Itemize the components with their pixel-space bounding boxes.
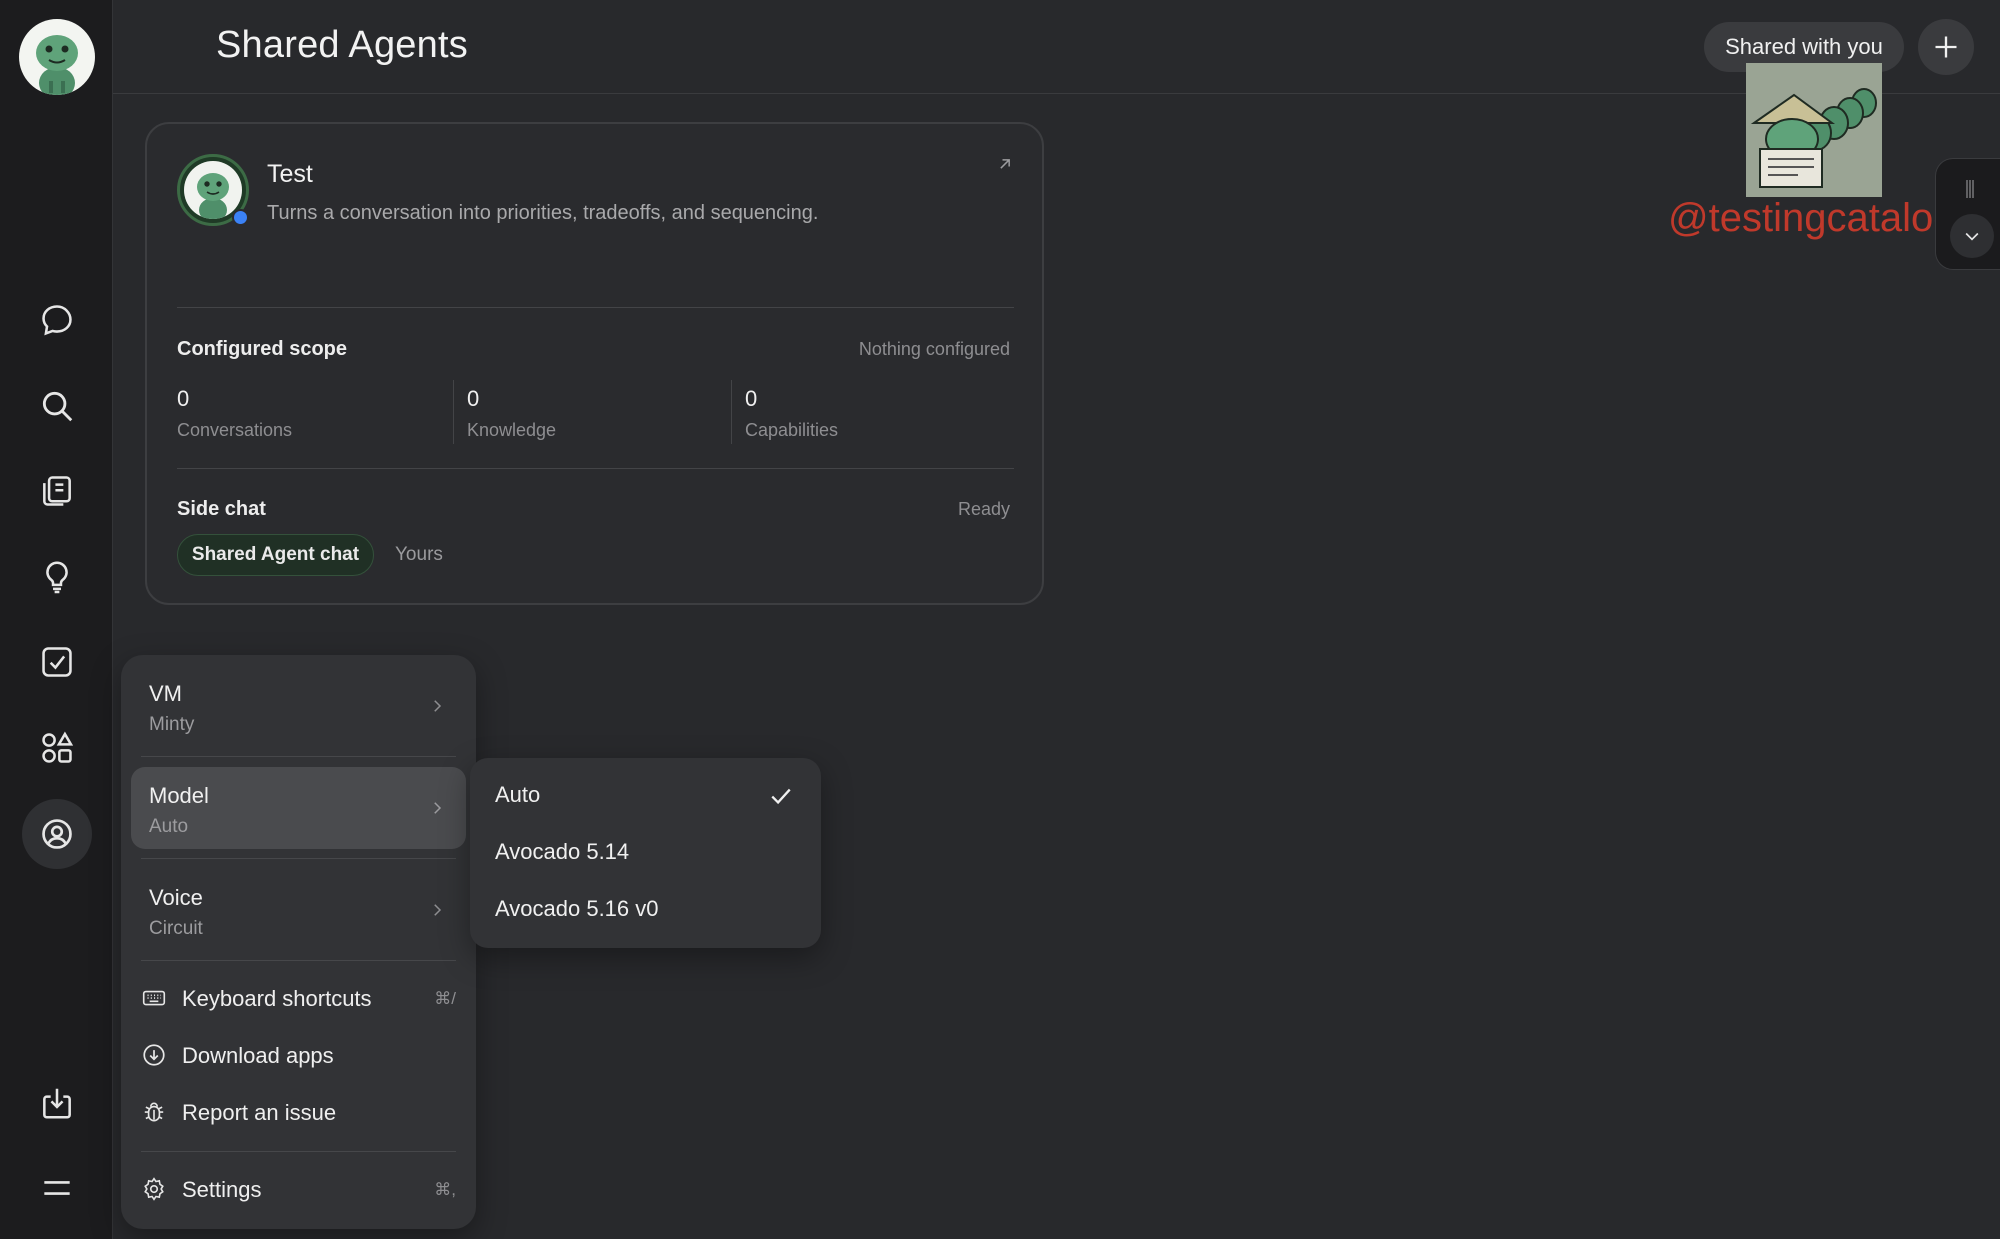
arrow-up-right-icon (1000, 159, 1010, 169)
menu-item-label: Keyboard shortcuts (182, 986, 372, 1011)
model-submenu: Auto Avocado 5.14 Avocado 5.16 v0 (470, 758, 821, 948)
settings-menu: VM Minty Model Auto Voice Circuit Keyboa… (121, 655, 476, 1229)
menu-item-label: Voice (149, 885, 203, 910)
stat-separator (453, 380, 454, 444)
model-option-avocado-5-14[interactable]: Avocado 5.14 (495, 839, 629, 865)
mascot-sticker-image (1746, 63, 1882, 197)
stat-value: 0 (745, 386, 758, 411)
checkmark-icon (771, 788, 791, 805)
plus-icon (1935, 36, 1957, 58)
shortcut-hint: ⌘/ (434, 989, 456, 1008)
download-icon (43, 1088, 71, 1119)
download-nav-button[interactable] (22, 1068, 92, 1138)
stat-label: Knowledge (467, 420, 557, 440)
stat-label: Capabilities (745, 420, 839, 440)
side-chat-status: Ready (957, 499, 1010, 519)
menu-item-model[interactable]: Model Auto (131, 767, 466, 849)
apps-shapes-icon (42, 731, 74, 763)
menu-item-label: Report an issue (182, 1100, 337, 1125)
tasks-nav-button[interactable] (22, 627, 92, 697)
model-option-avocado-5-16-v0[interactable]: Avocado 5.16 v0 (495, 896, 659, 922)
library-nav-button[interactable] (22, 456, 92, 526)
left-rail (0, 0, 113, 1239)
mascot-group-icon (1750, 88, 1877, 188)
chevron-right-icon (434, 700, 442, 712)
mascot-avatar-icon (197, 173, 229, 219)
watermark-text: @testingcatalog (1668, 196, 1956, 240)
collapse-panel-button[interactable] (1950, 214, 1994, 258)
menu-separator (141, 756, 456, 757)
menu-item-download-apps[interactable]: Download apps (141, 1035, 456, 1075)
menu-separator (141, 858, 456, 859)
library-icon (43, 476, 71, 506)
menu-item-keyboard-shortcuts[interactable]: Keyboard shortcuts ⌘/ (141, 978, 456, 1018)
scope-status: Nothing configured (858, 339, 1010, 359)
menu-item-vm[interactable]: VM Minty (131, 665, 466, 747)
open-agent-button[interactable] (995, 154, 1015, 174)
menu-item-label: Model (149, 783, 209, 808)
gear-icon (144, 1177, 164, 1201)
mascot-avatar-icon (36, 35, 78, 95)
stat-knowledge: 0 Knowledge (467, 386, 556, 448)
agent-card[interactable]: Test Turns a conversation into prioritie… (145, 122, 1044, 605)
menu-icon (44, 1181, 70, 1195)
menu-item-label: Download apps (182, 1043, 334, 1068)
search-nav-button[interactable] (22, 371, 92, 441)
online-status-dot (232, 209, 249, 226)
user-avatar[interactable] (19, 19, 95, 95)
stat-conversations: 0 Conversations (177, 386, 292, 448)
shortcut-hint: ⌘, (434, 1180, 456, 1199)
agent-description: Turns a conversation into priorities, tr… (267, 202, 819, 224)
model-option-auto[interactable]: Auto (495, 782, 540, 808)
agents-nav-button[interactable] (22, 799, 92, 869)
agent-name: Test (267, 160, 313, 188)
search-icon (42, 391, 73, 422)
shared-agent-chat-chip[interactable]: Shared Agent chat (177, 534, 374, 576)
menu-item-label: Settings (182, 1177, 262, 1202)
scope-title: Configured scope (177, 338, 348, 360)
card-divider (177, 468, 1014, 469)
page-title: Shared Agents (216, 24, 468, 66)
apps-nav-button[interactable] (22, 713, 92, 783)
ideas-nav-button[interactable] (22, 542, 92, 612)
menu-item-voice[interactable]: Voice Circuit (131, 869, 466, 951)
agent-avatar (177, 154, 249, 226)
bug-icon (144, 1102, 164, 1122)
agent-icon (42, 819, 72, 849)
chevron-right-icon (434, 802, 442, 814)
page-header: Shared Agents Shared with you (113, 0, 2000, 94)
stat-separator (731, 380, 732, 444)
side-panel-handle[interactable] (1935, 158, 2000, 270)
menu-item-value: Minty (149, 714, 195, 735)
side-chat-owner: Yours (395, 544, 443, 565)
menu-nav-button[interactable] (22, 1153, 92, 1223)
new-agent-button[interactable] (1918, 19, 1974, 75)
menu-item-report-issue[interactable]: Report an issue (141, 1092, 456, 1132)
lightbulb-icon (46, 561, 68, 594)
chat-nav-button[interactable] (22, 285, 92, 355)
menu-item-value: Circuit (149, 918, 203, 939)
grip-icon (1966, 180, 1974, 198)
menu-separator (141, 960, 456, 961)
stat-label: Conversations (177, 420, 293, 440)
stat-value: 0 (177, 386, 190, 411)
download-circle-icon (143, 1044, 165, 1066)
chat-bubble-icon (42, 305, 72, 336)
chevron-down-icon (1965, 232, 1979, 241)
keyboard-icon (142, 990, 166, 1006)
stat-capabilities: 0 Capabilities (745, 386, 838, 448)
chevron-right-icon (434, 904, 442, 916)
menu-item-settings[interactable]: Settings ⌘, (141, 1169, 456, 1209)
side-chat-title: Side chat (177, 498, 266, 520)
stat-value: 0 (467, 386, 480, 411)
tasks-checkbox-icon (42, 647, 72, 677)
menu-separator (141, 1151, 456, 1152)
menu-item-label: VM (149, 681, 182, 706)
menu-item-value: Auto (149, 816, 189, 837)
card-divider (177, 307, 1014, 308)
